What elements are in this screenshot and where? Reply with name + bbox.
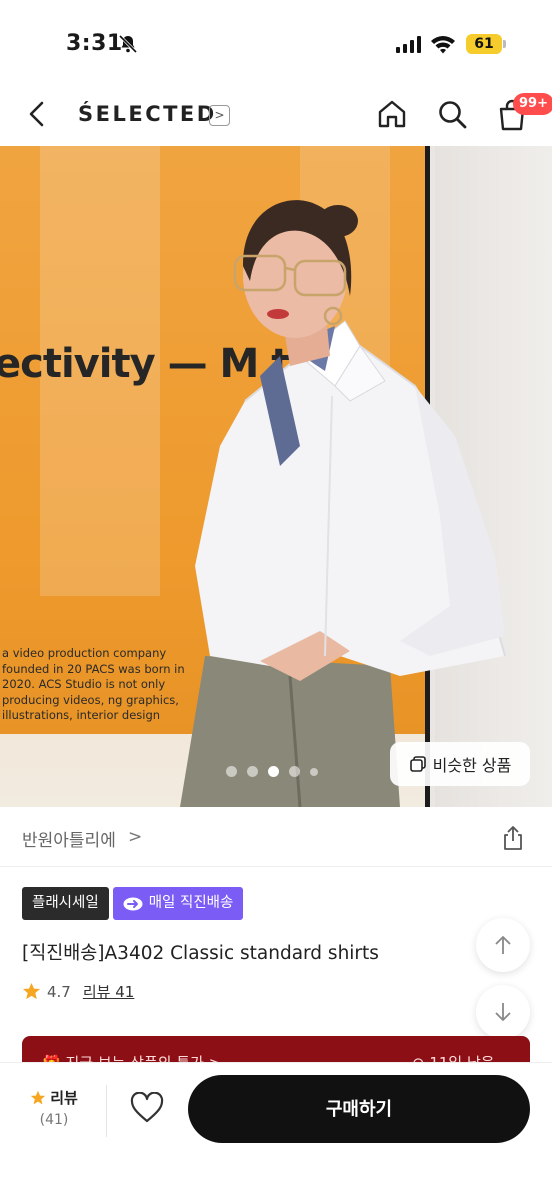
store-row: 반원아틀리에 > [0, 807, 552, 867]
scroll-down-button[interactable] [476, 985, 530, 1039]
arrow-up-icon [495, 936, 511, 954]
carousel-dot[interactable] [310, 767, 318, 776]
delivery-arrow-icon [123, 897, 143, 910]
review-count: (41) [39, 1112, 69, 1128]
reviews-link[interactable]: 리뷰 41 [83, 981, 134, 1002]
bottom-action-bar: 리뷰 (41) 구매하기 [0, 1062, 552, 1200]
brand-name[interactable]: ŚELECTED [78, 102, 217, 126]
status-bar: 3:31 61 [0, 0, 552, 84]
daily-delivery-badge: 매일 직진배송 [112, 887, 244, 920]
store-chevron-icon[interactable]: > [128, 827, 142, 847]
similar-products-label: 비슷한 상품 [432, 756, 512, 775]
scroll-up-button[interactable] [476, 918, 530, 972]
star-icon [30, 1090, 46, 1104]
daily-delivery-label: 매일 직진배송 [148, 895, 234, 911]
copy-icon [409, 756, 426, 772]
carousel-dot-active[interactable] [268, 766, 279, 777]
signal-icon [396, 36, 421, 53]
search-icon[interactable] [436, 98, 468, 130]
model-photo [180, 200, 506, 807]
carousel-dot[interactable] [247, 766, 258, 777]
heart-icon[interactable] [130, 1092, 164, 1124]
product-title: [직진배송]A3402 Classic standard shirts [22, 943, 379, 964]
bell-muted-icon [118, 34, 138, 54]
back-arrow-icon[interactable] [22, 98, 54, 130]
star-icon [22, 982, 41, 1000]
divider [106, 1085, 107, 1137]
brand-chevron-icon[interactable]: > [209, 105, 230, 126]
review-label: 리뷰 [50, 1089, 78, 1107]
buy-button[interactable]: 구매하기 [188, 1075, 530, 1143]
arrow-down-icon [495, 1003, 511, 1021]
store-name-link[interactable]: 반원아틀리에 [22, 826, 116, 851]
status-time: 3:31 [66, 31, 123, 56]
cart-count-badge: 99+ [513, 93, 552, 115]
product-rating: 4.7 리뷰 41 [22, 981, 134, 1002]
wifi-icon [431, 36, 455, 54]
similar-products-button[interactable]: 비슷한 상품 [390, 742, 530, 786]
product-badges: 플래시세일 매일 직진배송 [22, 887, 244, 920]
product-image-carousel[interactable]: ectivity — M ty a video production compa… [0, 146, 552, 807]
share-icon[interactable] [500, 825, 526, 851]
review-summary-button[interactable]: 리뷰 (41) [24, 1087, 84, 1128]
carousel-dot[interactable] [226, 766, 237, 777]
home-icon[interactable] [376, 98, 408, 130]
flash-sale-badge: 플래시세일 [22, 887, 109, 920]
rating-value: 4.7 [47, 982, 71, 1001]
carousel-dot[interactable] [289, 766, 300, 777]
top-nav: ŚELECTED > 99+ [0, 84, 552, 146]
battery-indicator: 61 [466, 34, 502, 54]
battery-tip [503, 40, 506, 48]
carousel-dots[interactable] [226, 766, 318, 777]
